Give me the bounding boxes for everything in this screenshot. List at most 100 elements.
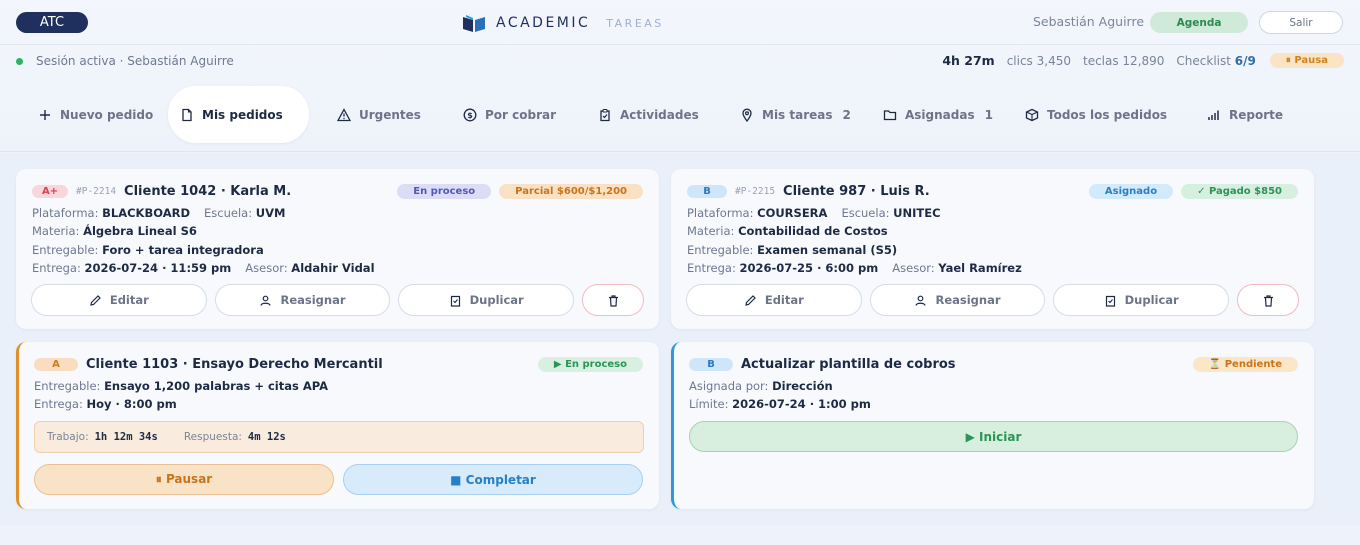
start-task-button[interactable]: ▶ Iniciar (689, 421, 1298, 452)
nav-todos-los-pedidos[interactable]: Todos los pedidos (1013, 86, 1179, 143)
priority-badge: A (34, 357, 78, 371)
priority-badge: B (689, 357, 733, 371)
task-fields: Entregable: Ensayo 1,200 palabras + cita… (34, 377, 328, 414)
clicks-count: clics 3,450 (1006, 53, 1071, 68)
priority-badge: A+ (32, 184, 68, 198)
response-time: 4m 12s (247, 431, 286, 443)
clipboard-check-icon (450, 295, 460, 307)
nav-urgentes[interactable]: Urgentes (325, 86, 433, 143)
nav-count-badge: 1 (984, 107, 993, 122)
agenda-button[interactable]: Agenda (1150, 12, 1248, 33)
edit-button[interactable]: Editar (31, 284, 207, 316)
work-label: Trabajo: (47, 431, 89, 443)
nav-label: Actividades (620, 107, 699, 122)
nav-reporte[interactable]: Reporte (1195, 86, 1295, 143)
payment-badge: ✓ Pagado $850 (1181, 183, 1298, 199)
pause-task-button[interactable]: ⏸ Pausar (34, 464, 334, 495)
complete-task-button[interactable]: ■ Completar (343, 464, 643, 495)
order-code: #P-2214 (76, 185, 117, 197)
order-fields: Plataforma: COURSERA Escuela: UNITEC Mate… (687, 204, 1022, 278)
svg-text:$: $ (467, 111, 473, 120)
atc-badge[interactable]: ATC (16, 12, 88, 33)
task-title: Actualizar plantilla de cobros (741, 356, 956, 372)
delete-button[interactable] (1237, 284, 1300, 316)
reassign-button[interactable]: Reasignar (869, 284, 1046, 316)
nav-por-cobrar[interactable]: $ Por cobrar (451, 86, 568, 143)
button-label: Editar (764, 293, 804, 307)
logout-button[interactable]: Salir (1259, 11, 1343, 34)
checklist-value: 6/9 (1234, 53, 1256, 68)
status-badge: ▶ En proceso (537, 356, 643, 372)
dollar-icon: $ (463, 108, 477, 121)
limit-value: 2026-07-24 · 1:00 pm (732, 397, 871, 412)
field-label: Escuela: (204, 206, 253, 220)
status-badge: En proceso (397, 183, 492, 199)
brand-name: ACADEMIC (496, 15, 591, 31)
order-card-header: A+ #P-2214 Cliente 1042 · Karla M. En pr… (32, 182, 643, 200)
nav-actividades[interactable]: Actividades (586, 86, 711, 143)
task-card-header: B Actualizar plantilla de cobros ⏳ Pendi… (689, 355, 1298, 373)
subject-value: Álgebra Lineal S6 (83, 224, 197, 239)
platform-value: COURSERA (757, 206, 828, 220)
checklist-label: Checklist (1176, 53, 1231, 68)
priority-badge: B (687, 184, 727, 198)
delete-button[interactable] (582, 284, 645, 316)
field-label: Entrega: (687, 261, 736, 276)
advisor-value: Aldahir Vidal (291, 261, 375, 276)
user-icon (260, 295, 272, 306)
deliverable-value: Ensayo 1,200 palabras + citas APA (104, 379, 329, 393)
order-card: A+ #P-2214 Cliente 1042 · Karla M. En pr… (16, 169, 659, 329)
nav-label: Asignadas (905, 107, 975, 122)
nav-nuevo-pedido[interactable]: Nuevo pedido (26, 86, 165, 143)
field-label: Asesor: (245, 261, 288, 276)
checklist-progress[interactable]: Checklist 6/9 (1176, 54, 1255, 68)
edit-button[interactable]: Editar (686, 284, 862, 316)
field-label: Entrega: (34, 397, 83, 412)
field-label: Materia: (32, 224, 80, 239)
clipboard-check-icon (1105, 295, 1115, 307)
duplicate-button[interactable]: Duplicar (398, 284, 575, 316)
deliverable-value: Examen semanal (S5) (757, 242, 898, 257)
order-code: #P-2215 (735, 185, 776, 197)
nav-mis-pedidos[interactable]: Mis pedidos (168, 86, 309, 143)
due-value: Hoy · 8:00 pm (86, 397, 177, 412)
order-title: Cliente 987 · Luis R. (783, 183, 930, 199)
order-card: B #P-2215 Cliente 987 · Luis R. Asignado… (671, 169, 1314, 329)
field-label: Límite: (689, 397, 729, 412)
button-label: Editar (109, 293, 149, 307)
reassign-button[interactable]: Reasignar (214, 284, 391, 316)
button-label: Duplicar (469, 293, 524, 307)
button-label: Duplicar (1124, 293, 1179, 307)
task-card-header: A Cliente 1103 · Ensayo Derecho Mercanti… (34, 355, 643, 373)
order-card-header: B #P-2215 Cliente 987 · Luis R. Asignado… (687, 182, 1298, 200)
session-stats: 4h 27m clics 3,450 teclas 12,890 Checkli… (942, 53, 1344, 68)
pencil-icon (90, 294, 101, 306)
school-value: UNITEC (893, 206, 941, 220)
trash-icon (1263, 294, 1273, 307)
field-label: Plataforma: (687, 206, 754, 220)
due-value: 2026-07-25 · 6:00 pm (739, 261, 879, 276)
session-time: 4h 27m (942, 53, 995, 68)
button-label: Reasignar (280, 293, 346, 307)
nav-asignadas[interactable]: Asignadas 1 (871, 86, 1005, 143)
nav-mis-tareas[interactable]: Mis tareas 2 (728, 86, 863, 143)
order-actions: Editar Reasignar Duplicar (31, 284, 645, 316)
nav-label: Nuevo pedido (60, 107, 154, 122)
plus-icon (40, 109, 50, 120)
nav-label: Urgentes (359, 107, 421, 122)
pencil-icon (745, 294, 756, 306)
header-user-name: Sebastián Aguirre (1033, 14, 1145, 29)
pause-session-button[interactable]: ⏸ Pausa (1269, 53, 1344, 68)
field-label: Asesor: (892, 261, 935, 276)
task-timer: Trabajo: 1h 12m 34s Respuesta: 4m 12s (34, 421, 644, 453)
field-label: Materia: (687, 224, 735, 239)
duplicate-button[interactable]: Duplicar (1053, 284, 1230, 316)
clipboard-check-icon (600, 108, 610, 121)
top-bar: ATC ACADEMIC TAREAS Sebastián Aguirre Ag… (0, 0, 1360, 45)
book-logo-icon (463, 15, 485, 32)
warning-icon (337, 107, 351, 121)
subject-value: Contabilidad de Costos (738, 224, 888, 239)
trash-icon (608, 294, 618, 307)
brand-logo: ACADEMIC TAREAS (462, 12, 664, 34)
user-icon (915, 295, 927, 306)
